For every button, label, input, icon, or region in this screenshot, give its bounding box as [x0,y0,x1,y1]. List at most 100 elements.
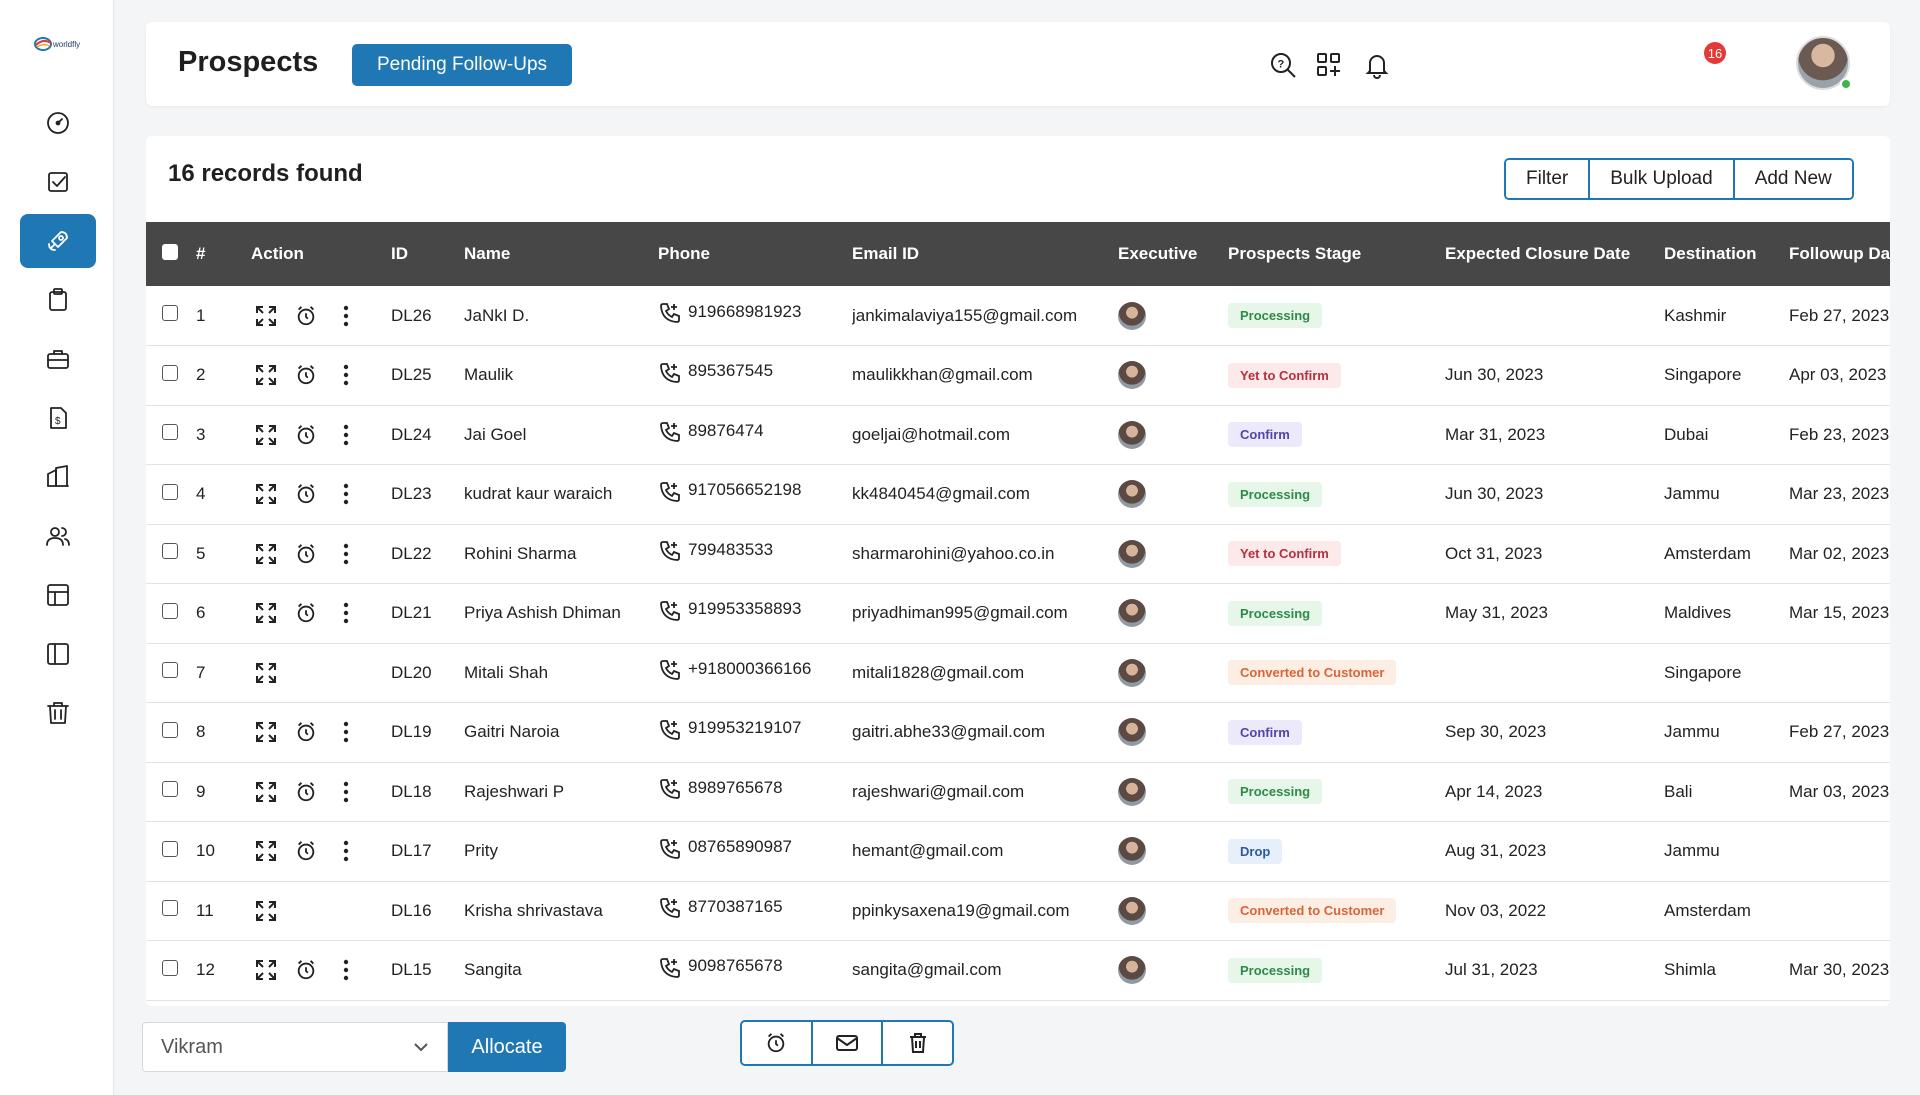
row-checkbox[interactable] [162,602,178,619]
expand-icon[interactable] [251,598,281,628]
sidebar-item-gauge[interactable] [20,96,96,150]
row-checkbox[interactable] [162,305,178,321]
select-all-checkbox[interactable] [162,243,178,260]
table-row[interactable]: 10 DL17 Prity 08765890987 hemant@gmail.com Dr… [146,822,1890,881]
executive-avatar[interactable] [1118,896,1146,925]
pending-follow-ups-button[interactable]: Pending Follow-Ups [352,44,572,86]
call-phone-icon[interactable] [658,539,682,568]
reminder-alarm-icon[interactable] [291,717,321,747]
table-row[interactable]: 12 DL15 Sangita 9098765678 sangita@gmail.com… [146,941,1890,1000]
help-search-icon[interactable]: ? [1266,48,1300,82]
more-options-icon[interactable] [331,360,361,390]
reminder-alarm-icon[interactable] [291,539,321,569]
row-checkbox[interactable] [162,900,178,917]
more-options-icon[interactable] [331,777,361,807]
row-checkbox[interactable] [162,424,178,441]
call-phone-icon[interactable] [658,837,682,866]
more-options-icon[interactable] [331,301,361,331]
executive-avatar[interactable] [1118,777,1146,806]
sidebar-item-buildings[interactable] [20,450,96,504]
sidebar-item-trash[interactable] [20,686,96,740]
reminder-alarm-icon[interactable] [291,479,321,509]
expand-icon[interactable] [251,479,281,509]
sidebar-item-checklist[interactable] [20,155,96,209]
executive-avatar[interactable] [1118,599,1146,628]
reminder-alarm-icon[interactable] [291,836,321,866]
more-options-icon[interactable] [331,836,361,866]
sidebar-item-invoice[interactable]: $ [20,391,96,445]
executive-avatar[interactable] [1118,361,1146,390]
allocate-button[interactable]: Allocate [448,1022,566,1072]
add-new-button[interactable]: Add New [1732,160,1852,198]
call-phone-icon[interactable] [658,896,682,925]
sidebar-item-briefcase[interactable] [20,332,96,386]
row-checkbox[interactable] [162,840,178,857]
row-checkbox[interactable] [162,364,178,381]
bulk-email-icon[interactable] [810,1022,882,1064]
executive-avatar[interactable] [1118,837,1146,866]
executive-avatar[interactable] [1118,301,1146,330]
call-phone-icon[interactable] [658,956,682,985]
sidebar-item-clipboard[interactable] [20,273,96,327]
filter-button[interactable]: Filter [1506,160,1589,198]
executive-avatar[interactable] [1118,480,1146,509]
reminder-alarm-icon[interactable] [291,360,321,390]
more-options-icon[interactable] [331,598,361,628]
expand-icon[interactable] [251,658,281,688]
expand-icon[interactable] [251,836,281,866]
worldfly-logo[interactable]: worldfly [34,34,92,54]
row-checkbox[interactable] [162,662,178,679]
expand-icon[interactable] [251,896,281,926]
expand-icon[interactable] [251,301,281,331]
row-checkbox[interactable] [162,781,178,798]
sidebar-item-rocket[interactable] [20,214,96,268]
row-checkbox[interactable] [162,543,178,560]
expand-icon[interactable] [251,717,281,747]
call-phone-icon[interactable] [658,480,682,509]
table-row[interactable]: 5 DL22 Rohini Sharma 799483533 sharmarohini@… [146,524,1890,584]
table-row[interactable]: 6 DL21 Priya Ashish Dhiman 919953358893 priy… [146,584,1890,643]
call-phone-icon[interactable] [658,420,682,449]
more-options-icon[interactable] [331,717,361,747]
table-row[interactable]: 11 DL16 Krisha shrivastava 8770387165 ppinky… [146,881,1890,941]
sidebar-item-table[interactable] [20,568,96,622]
call-phone-icon[interactable] [658,718,682,747]
reminder-alarm-icon[interactable] [291,777,321,807]
expand-icon[interactable] [251,420,281,450]
call-phone-icon[interactable] [658,361,682,390]
row-checkbox[interactable] [162,483,178,500]
more-options-icon[interactable] [331,539,361,569]
expand-icon[interactable] [251,539,281,569]
call-phone-icon[interactable] [658,599,682,628]
executive-select[interactable]: Vikram [142,1022,448,1072]
table-row[interactable]: 3 DL24 Jai Goel 89876474 goeljai@hotmail.com… [146,405,1890,465]
table-row[interactable]: 1 DL26 JaNkI D. 919668981923 jankimalaviya15… [146,286,1890,346]
bulk-reminder-alarm-icon[interactable] [742,1022,811,1064]
executive-avatar[interactable] [1118,539,1146,568]
bulk-upload-button[interactable]: Bulk Upload [1588,160,1733,198]
more-options-icon[interactable] [331,479,361,509]
call-phone-icon[interactable] [658,301,682,330]
expand-icon[interactable] [251,360,281,390]
reminder-alarm-icon[interactable] [291,598,321,628]
apps-grid-icon[interactable] [1312,48,1346,82]
call-phone-icon[interactable] [658,777,682,806]
more-options-icon[interactable] [331,955,361,985]
expand-icon[interactable] [251,777,281,807]
executive-avatar[interactable] [1118,956,1146,985]
row-checkbox[interactable] [162,721,178,738]
table-row[interactable]: 4 DL23 kudrat kaur waraich 917056652198 kk48… [146,465,1890,524]
bulk-delete-trash-icon[interactable] [881,1022,952,1064]
call-phone-icon[interactable] [658,658,682,687]
expand-icon[interactable] [251,955,281,985]
reminder-alarm-icon[interactable] [291,420,321,450]
reminder-alarm-icon[interactable] [291,301,321,331]
executive-avatar[interactable] [1118,658,1146,687]
more-options-icon[interactable] [331,420,361,450]
table-row[interactable]: 2 DL25 Maulik 895367545 maulikkhan@gmail.com… [146,346,1890,405]
table-row[interactable]: 9 DL18 Rajeshwari P 8989765678 rajeshwari@gm… [146,762,1890,822]
reminder-alarm-icon[interactable] [291,955,321,985]
row-checkbox[interactable] [162,959,178,976]
executive-avatar[interactable] [1118,718,1146,747]
notification-bell-icon[interactable] [1360,48,1394,82]
